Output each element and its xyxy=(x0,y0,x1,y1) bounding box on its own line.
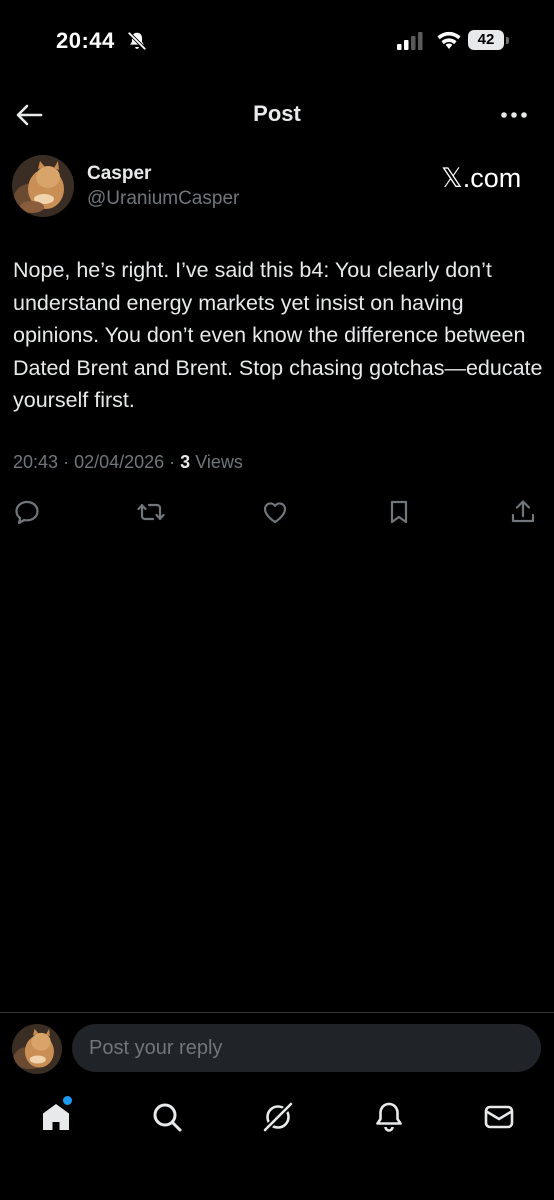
brand-watermark: 𝕏.com xyxy=(441,163,522,193)
cellular-signal-icon xyxy=(397,32,423,50)
bookmark-icon[interactable] xyxy=(385,498,413,526)
reply-icon[interactable] xyxy=(13,498,41,526)
repost-icon[interactable] xyxy=(137,498,165,526)
home-icon[interactable] xyxy=(39,1100,73,1134)
status-time: 20:44 xyxy=(56,28,115,53)
bell-muted-icon xyxy=(127,31,147,51)
grok-icon[interactable] xyxy=(261,1100,295,1134)
user-avatar[interactable] xyxy=(12,1024,62,1074)
notifications-icon[interactable] xyxy=(372,1100,406,1134)
post-text: Nope, he’s right. I’ve said this b4: You… xyxy=(13,258,543,412)
reply-divider xyxy=(0,1012,554,1013)
author-avatar[interactable] xyxy=(12,155,74,217)
messages-icon[interactable] xyxy=(482,1100,516,1134)
post-date: 02/04/2026 xyxy=(74,452,165,472)
home-notification-dot xyxy=(63,1096,72,1105)
page-title: Post xyxy=(253,101,301,126)
reply-input[interactable] xyxy=(72,1024,541,1072)
like-icon[interactable] xyxy=(261,498,289,526)
views-count[interactable]: 3 xyxy=(180,452,190,472)
search-icon[interactable] xyxy=(150,1100,184,1134)
share-icon[interactable] xyxy=(509,498,537,526)
post-time: 20:43 xyxy=(13,452,59,472)
post-meta: 20:43 · 02/04/2026 · 3 Views xyxy=(13,452,243,472)
more-options-icon[interactable] xyxy=(497,103,531,127)
author-handle[interactable]: @UraniumCasper xyxy=(87,188,239,210)
wifi-icon xyxy=(437,31,461,49)
views-label[interactable]: Views xyxy=(195,452,243,472)
author-name[interactable]: Casper xyxy=(87,163,151,185)
battery-level: 42 xyxy=(468,30,504,50)
battery-indicator: 42 xyxy=(468,30,510,52)
